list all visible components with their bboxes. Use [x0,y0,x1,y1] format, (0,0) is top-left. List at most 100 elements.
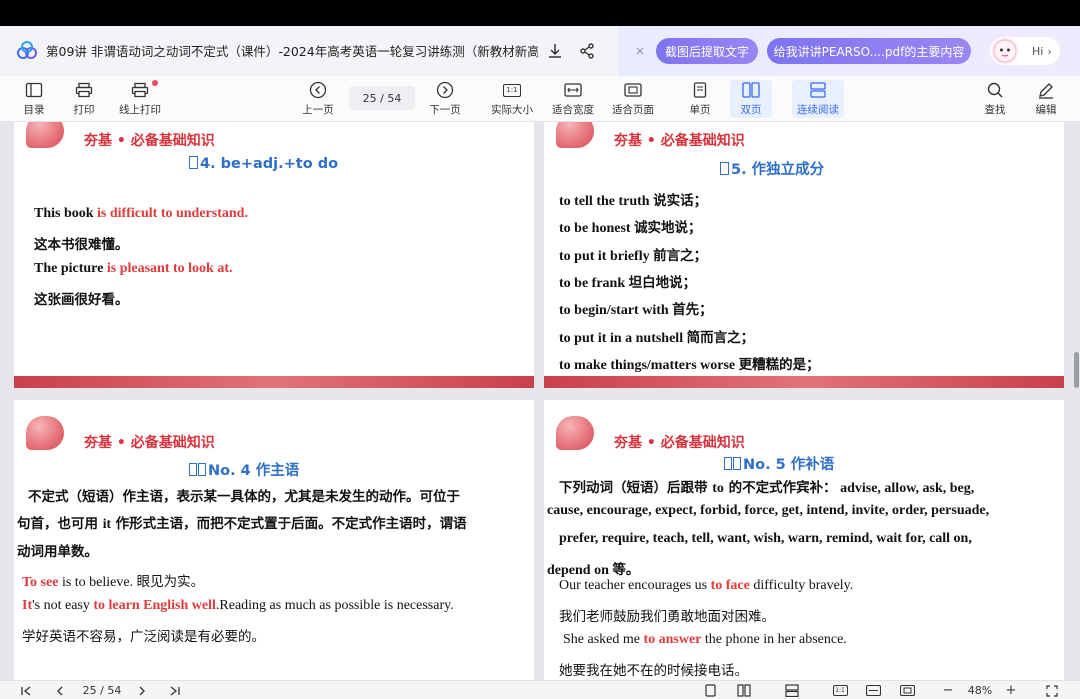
phrase-item: to be honest 诚实地说； [559,220,702,236]
status-page-indicator[interactable]: 25 / 54 [76,683,128,698]
example-line: Our teacher encourages us to face diffic… [559,578,854,593]
status-bar: 25 / 54 1:1 − 48% + [0,680,1080,699]
fit-page-button[interactable]: 适合页面 [605,80,661,117]
example-translation: 我们老师鼓励我们勇敢地面对困难。 [559,609,775,625]
single-page-button[interactable]: 单页 [672,80,728,117]
page-bottom-bar [14,376,534,388]
page-number-input[interactable]: 25 / 54 [349,86,415,110]
example-line-2: The picture is pleasant to look at. [34,261,233,276]
ai-suggestion-summarize-pdf[interactable]: 给我讲讲PEARSO....pdf的主要内容 [767,38,971,64]
fit-width-button[interactable]: 适合宽度 [545,80,601,117]
fit-page-icon [622,80,644,100]
close-icon[interactable]: × [630,41,650,61]
prev-page-button[interactable]: 上一页 [290,80,346,117]
catalog-icon [23,80,45,100]
fit-page-status-icon[interactable] [898,683,916,698]
fit-width-icon [562,80,584,100]
section-subtitle: No. 4 作主语 [189,459,299,480]
section-subtitle: 5. 作独立成分 [720,158,824,179]
toolbar: 目录 打印 线上打印 上一页 25 / 54 下一页 1:1 实际大小 适合宽度… [0,76,1080,122]
section-header: 夯基 • 必备基础知识 [84,133,215,149]
decorative-blob [26,416,64,450]
fullscreen-icon[interactable] [1044,683,1060,698]
continuous-reading-icon [807,80,829,100]
page-top-left: 夯基 • 必备基础知识 4. be+adj.+to do This book i… [14,122,534,388]
zoom-in-button[interactable]: + [1003,683,1019,698]
example-line: To see is to believe. 眼见为实。 [22,574,205,590]
last-page-icon[interactable] [167,683,183,698]
app-logo-icon [16,40,38,62]
chevron-left-circle-icon [307,80,329,100]
chevron-right-circle-icon [434,80,456,100]
continuous-reading-button[interactable]: 连续阅读 [792,80,844,118]
fit-width-status-icon[interactable] [864,683,882,698]
vertical-scrollbar[interactable] [1074,352,1079,388]
example-translation: 学好英语不容易，广泛阅读是有必要的。 [22,629,265,645]
catalog-button[interactable]: 目录 [6,80,62,117]
page-bottom-right: 夯基 • 必备基础知识 No. 5 作补语 下列动词（短语）后跟带 to 的不定… [544,400,1064,680]
assistant-avatar-icon [992,38,1018,64]
section-header: 夯基 • 必备基础知识 [84,435,215,451]
single-page-icon [689,80,711,100]
document-viewport[interactable]: 夯基 • 必备基础知识 4. be+adj.+to do This book i… [0,122,1080,680]
example-line-1: This book is difficult to understand. [34,206,248,221]
paragraph-line: 动词用单数。 [17,544,98,560]
missing-glyph-icon [733,457,741,470]
document-title: 第09讲 非谓语动词之动词不定式（课件）-2024年高考英语一轮复习讲练测（新教… [46,44,538,59]
example-translation: 她要我在她不在的时候接电话。 [559,663,748,679]
paragraph-line: 下列动词（短语）后跟带 to 的不定式作宾补： advise, allow, a… [559,480,975,496]
search-icon [984,80,1006,100]
paragraph-line: 不定式（短语）作主语，表示某一具体的，尤其是未发生的动作。可位于 [28,489,460,505]
example-line: She asked me to answer the phone in her … [563,632,847,647]
example-translation-2: 这张画很好看。 [34,292,129,308]
chevron-right-icon: › [1047,44,1052,58]
paragraph-line: 句首，也可用 it 作形式主语，而把不定式置于后面。不定式作主语时，谓语 [17,516,467,532]
ai-hi-label: Hi [1032,44,1044,58]
share-icon[interactable] [576,40,598,62]
missing-glyph-icon [724,457,732,470]
print-button[interactable]: 打印 [56,80,112,117]
decorative-blob [26,122,64,148]
zoom-level[interactable]: 48% [962,683,998,698]
online-print-button[interactable]: 线上打印 [112,80,168,117]
find-button[interactable]: 查找 [967,80,1023,117]
phrase-item: to tell the truth 说实话； [559,193,708,209]
actual-size-status-icon[interactable]: 1:1 [831,683,849,698]
next-page-button[interactable]: 下一页 [417,80,473,117]
ai-assistant-button[interactable]: Hi › [990,37,1060,65]
missing-glyph-icon [189,463,197,476]
decorative-blob [556,416,594,450]
phrase-item: to put it in a nutshell 简而言之； [559,330,755,346]
double-page-button[interactable]: 双页 [730,80,772,118]
first-page-icon[interactable] [18,683,34,698]
section-header: 夯基 • 必备基础知识 [614,435,745,451]
download-icon[interactable] [544,40,566,62]
zoom-out-button[interactable]: − [940,683,956,698]
edit-button[interactable]: 编辑 [1018,80,1074,117]
actual-size-button[interactable]: 1:1 实际大小 [484,80,540,117]
double-page-view-icon[interactable] [735,683,753,698]
continuous-view-icon[interactable] [783,683,801,698]
phrase-item: to make things/matters worse 更糟糕的是； [559,357,820,373]
double-page-icon [740,80,762,100]
missing-glyph-icon [189,156,198,169]
paragraph-line: prefer, require, teach, tell, want, wish… [559,531,972,546]
paragraph-line: cause, encourage, expect, forbid, force,… [547,503,990,518]
single-page-view-icon[interactable] [702,683,718,698]
top-black-bar [0,0,1080,26]
paragraph-line: depend on 等。 [547,562,640,578]
section-subtitle: 4. be+adj.+to do [189,156,338,172]
page-bottom-bar [544,376,1064,388]
phrase-item: to be frank 坦白地说； [559,275,697,291]
phrase-item: to put it briefly 前言之； [559,248,708,264]
section-subtitle: No. 5 作补语 [724,453,834,474]
notification-dot [152,80,158,86]
next-page-icon[interactable] [134,683,150,698]
page-bottom-left: 夯基 • 必备基础知识 No. 4 作主语 不定式（短语）作主语，表示某一具体的… [14,400,534,680]
phrase-item: to begin/start with 首先； [559,302,713,318]
decorative-blob [556,122,594,148]
example-translation-1: 这本书很难懂。 [34,237,129,253]
actual-size-icon: 1:1 [501,80,523,100]
prev-page-icon[interactable] [52,683,68,698]
ai-suggestion-extract-text[interactable]: 截图后提取文字 [656,38,758,64]
